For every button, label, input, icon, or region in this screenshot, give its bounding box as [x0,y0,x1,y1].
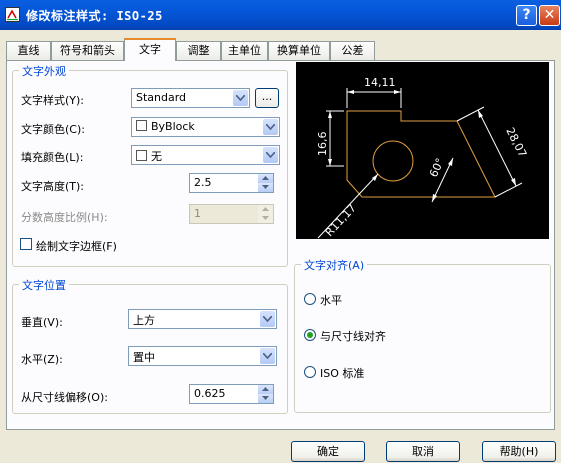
fill-color-label: 填充颜色(L): [21,151,84,164]
spin-down-icon[interactable] [258,394,273,403]
spin-down-icon [258,214,273,223]
align-iso-radio[interactable] [304,366,316,378]
chevron-down-icon [263,119,278,135]
draw-frame-label: 绘制文字边框(F) [36,240,117,253]
color-swatch-icon [136,150,147,161]
spin-down-icon[interactable] [258,183,273,192]
tab-primary-units[interactable]: 主单位 [221,41,268,60]
horizontal-select[interactable]: 置中 [128,346,277,366]
text-color-label: 文字颜色(C): [21,123,85,136]
color-swatch-icon [136,120,147,131]
text-color-value: ByBlock [151,120,195,133]
offset-value: 0.625 [194,387,226,400]
align-with-dimline-radio[interactable] [304,329,316,341]
spin-up-icon [258,205,273,214]
tab-alternate-units[interactable]: 换算单位 [268,41,330,60]
chevron-down-icon [260,348,275,364]
text-alignment-label: 文字对齐(A) [301,257,368,273]
tab-symbols-arrows[interactable]: 符号和箭头 [51,41,124,60]
dim-top-text: 14,11 [364,76,396,89]
tab-text[interactable]: 文字 [124,38,176,61]
offset-spinner[interactable]: 0.625 [189,384,274,404]
chevron-down-icon [260,311,275,327]
title-bar: 修改标注样式: ISO-25 ? ✕ [0,0,561,30]
text-style-select[interactable]: Standard [131,88,250,108]
ok-button[interactable]: 确定 [291,441,365,462]
tab-lines[interactable]: 直线 [6,41,51,60]
align-horizontal-radio[interactable] [304,293,316,305]
fraction-height-label: 分数高度比例(H): [21,211,108,224]
text-style-label: 文字样式(Y): [21,94,85,107]
vertical-value: 上方 [133,314,155,327]
close-button[interactable]: ✕ [539,5,560,26]
fill-color-value: 无 [151,150,162,163]
spin-up-icon[interactable] [258,174,273,183]
tab-fit[interactable]: 调整 [176,41,221,60]
horizontal-label: 水平(Z): [21,353,63,366]
align-iso-label: ISO 标准 [320,367,365,380]
window-title: 修改标注样式: ISO-25 [26,9,163,23]
fill-color-select[interactable]: 无 [131,145,280,165]
text-height-label: 文字高度(T): [21,180,85,193]
help-button[interactable]: 帮助(H) [482,441,556,462]
vertical-select[interactable]: 上方 [128,309,277,329]
fraction-height-spinner: 1 [189,204,274,224]
dim-radius-text: R11,17 [323,202,359,239]
fraction-height-value: 1 [194,207,201,220]
cancel-button[interactable]: 取消 [386,441,460,462]
text-style-value: Standard [136,91,187,104]
spin-up-icon[interactable] [258,385,273,394]
vertical-label: 垂直(V): [21,316,63,329]
text-style-browse-button[interactable]: ... [255,88,279,108]
text-color-select[interactable]: ByBlock [131,117,280,137]
chevron-down-icon [263,147,278,163]
align-with-dimline-label: 与尺寸线对齐 [320,330,386,343]
dim-left-text: 16,6 [316,132,329,157]
align-horizontal-label: 水平 [320,294,342,307]
text-appearance-label: 文字外观 [19,63,69,79]
offset-label: 从尺寸线偏移(O): [21,391,108,404]
help-title-button[interactable]: ? [516,5,537,26]
text-height-value: 2.5 [194,176,212,189]
dimension-preview: 14,11 16,6 28,07 60° R11,17 [316,76,529,239]
draw-frame-checkbox[interactable] [20,238,32,250]
text-placement-label: 文字位置 [19,277,69,293]
text-height-spinner[interactable]: 2.5 [189,173,274,193]
chevron-down-icon [233,90,248,106]
preview-canvas: 14,11 16,6 28,07 60° R11,17 [296,62,549,239]
dim-right-text: 28,07 [503,125,529,159]
tab-tolerances[interactable]: 公差 [330,41,375,60]
horizontal-value: 置中 [133,351,155,364]
app-icon [5,7,20,22]
